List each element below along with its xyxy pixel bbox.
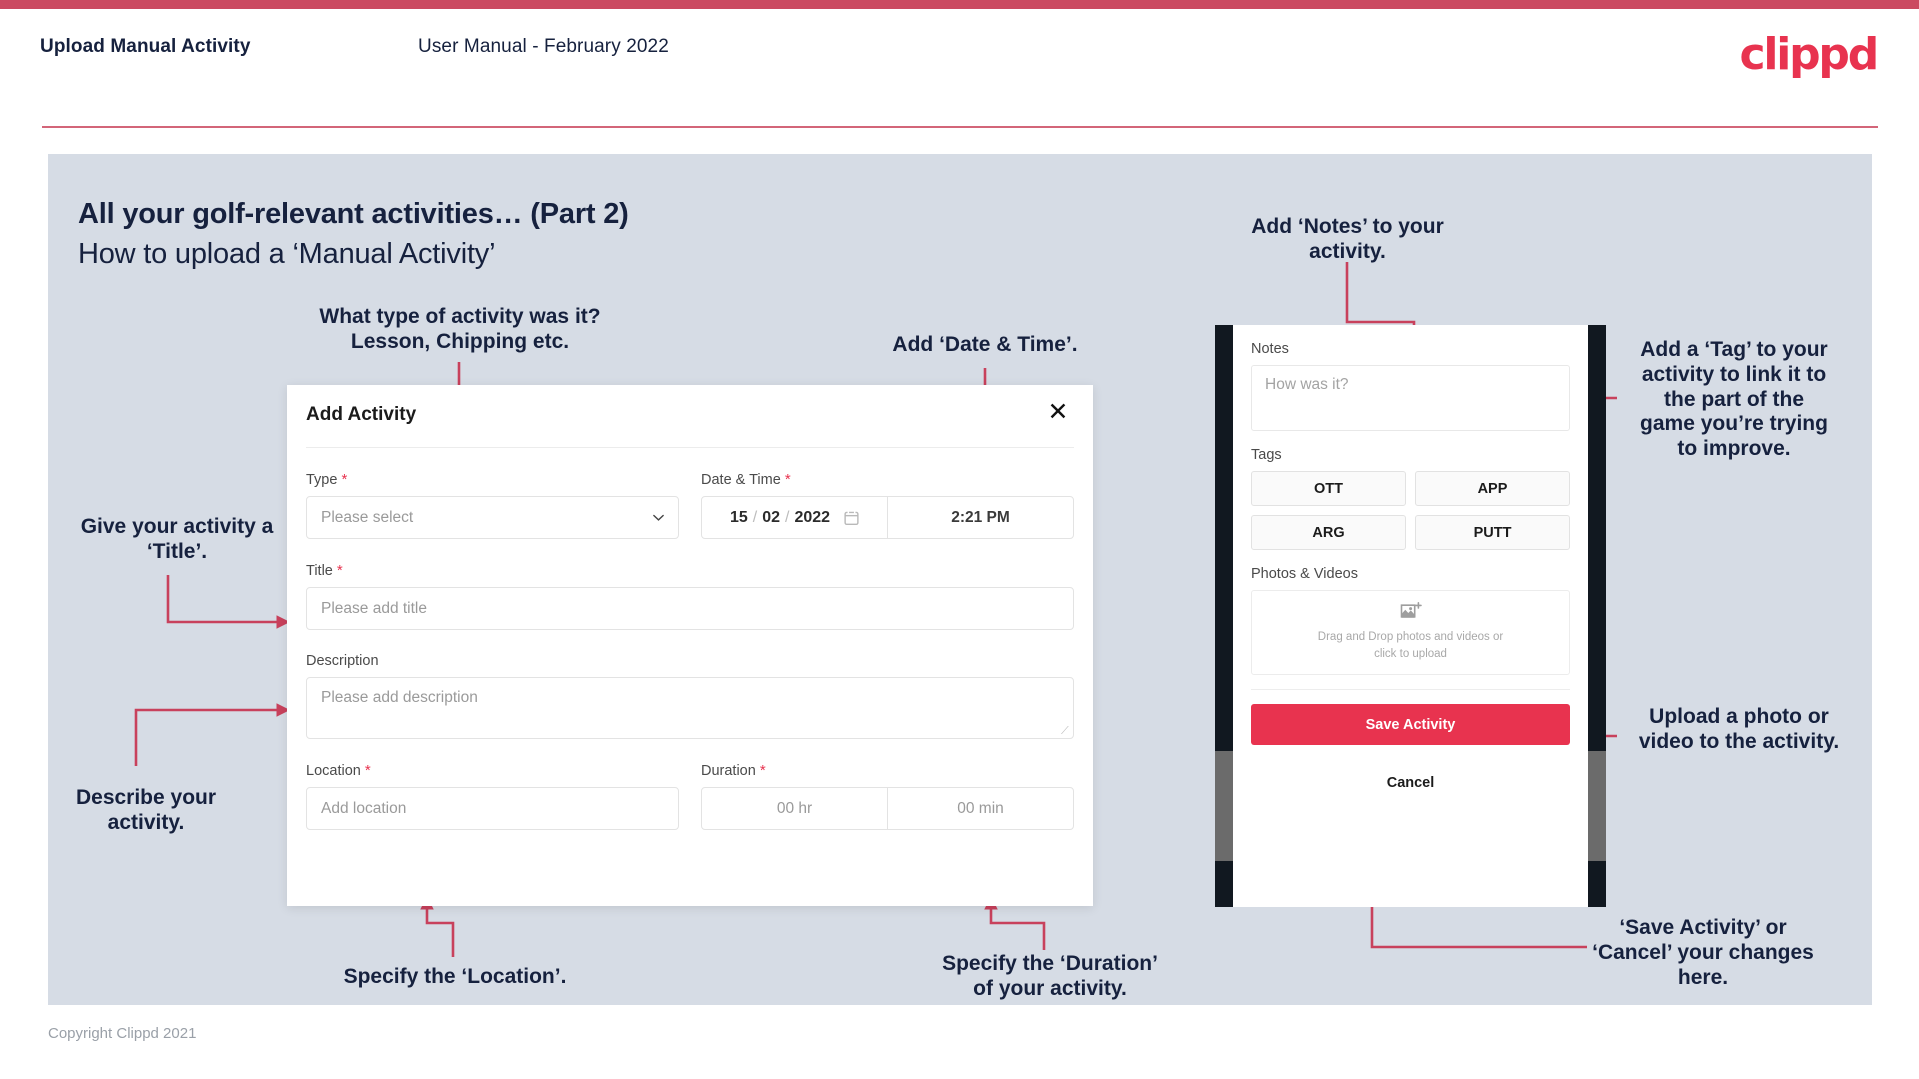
label-title-text: Title	[306, 563, 333, 579]
chevron-down-icon	[653, 514, 664, 521]
tag-button[interactable]: OTT	[1251, 471, 1406, 506]
label-description: Description	[306, 653, 1074, 669]
date-month: 02	[762, 508, 780, 526]
date-sep-2: /	[785, 508, 790, 526]
row-type-datetime: Type * Please select Date & Time * 15 / …	[306, 471, 1074, 539]
duration-hours-placeholder: 00 hr	[776, 799, 813, 817]
header-subtitle: User Manual - February 2022	[418, 36, 669, 57]
annotation-duration: Specify the ‘Duration’ of your activity.	[942, 952, 1158, 1000]
page-subtitle: How to upload a ‘Manual Activity’	[78, 238, 496, 270]
field-datetime: Date & Time * 15 / 02 / 2022 2:21 PM	[701, 471, 1074, 539]
annotation-date-time: Add ‘Date & Time’.	[892, 333, 1078, 356]
save-activity-button[interactable]: Save Activity	[1251, 704, 1570, 745]
field-title: Title * Please add title	[306, 562, 1074, 630]
title-placeholder: Please add title	[321, 599, 427, 617]
tags-label: Tags	[1251, 447, 1282, 463]
type-placeholder: Please select	[321, 508, 414, 526]
annotation-title: Give your activity a ‘Title’.	[80, 515, 274, 563]
dialog-body: Type * Please select Date & Time * 15 / …	[306, 471, 1074, 830]
phone-content: Notes How was it? Tags OTT APP ARG PUTT …	[1233, 325, 1588, 803]
tag-button[interactable]: APP	[1415, 471, 1570, 506]
field-location: Location * Add location	[306, 762, 679, 830]
type-select[interactable]: Please select	[306, 496, 679, 539]
label-title: Title *	[306, 562, 1074, 579]
label-type: Type *	[306, 471, 679, 488]
notes-textarea[interactable]: How was it?	[1251, 365, 1570, 431]
phone-bezel-right	[1588, 325, 1606, 907]
photo-dropzone[interactable]: Drag and Drop photos and videos or click…	[1251, 590, 1570, 675]
annotation-type: What type of activity was it? Lesson, Ch…	[319, 305, 601, 353]
label-duration: Duration *	[701, 762, 1074, 779]
field-duration: Duration * 00 hr 00 min	[701, 762, 1074, 830]
field-type: Type * Please select	[306, 471, 679, 539]
calendar-icon[interactable]	[844, 509, 859, 526]
tags-grid: OTT APP ARG PUTT	[1251, 471, 1570, 550]
annotation-photos: Upload a photo or video to the activity.	[1638, 705, 1840, 753]
required-asterisk: *	[336, 562, 343, 579]
header-divider	[42, 126, 1878, 128]
dropzone-line-2: click to upload	[1374, 648, 1447, 660]
type-select-wrap[interactable]: Please select	[306, 496, 679, 539]
page-title: All your golf-relevant activities… (Part…	[78, 198, 629, 230]
clippd-logo: clippd	[1739, 29, 1879, 80]
description-placeholder: Please add description	[321, 689, 478, 706]
location-placeholder: Add location	[321, 799, 407, 817]
annotation-notes: Add ‘Notes’ to your activity.	[1251, 215, 1444, 263]
notes-label: Notes	[1251, 341, 1289, 357]
tag-button[interactable]: ARG	[1251, 515, 1406, 550]
notes-placeholder: How was it?	[1265, 376, 1349, 393]
close-icon[interactable]: ✕	[1045, 399, 1071, 425]
phone-screen: Notes How was it? Tags OTT APP ARG PUTT …	[1233, 325, 1588, 907]
cancel-button[interactable]: Cancel	[1251, 763, 1570, 803]
photos-label: Photos & Videos	[1251, 566, 1358, 582]
duration-hours-input[interactable]: 00 hr	[702, 788, 888, 829]
annotation-save-cancel: ‘Save Activity’ or ‘Cancel’ your changes…	[1592, 916, 1814, 989]
annotation-location: Specify the ‘Location’.	[343, 965, 567, 988]
date-year: 2022	[794, 508, 831, 526]
time-input[interactable]: 2:21 PM	[888, 497, 1073, 538]
dropzone-line-1: Drag and Drop photos and videos or	[1317, 631, 1504, 644]
description-textarea[interactable]: Please add description ⟋	[306, 677, 1074, 739]
footer-copyright: Copyright Clippd 2021	[48, 1025, 197, 1042]
label-location-text: Location	[306, 763, 361, 779]
annotation-description: Describe your activity.	[75, 786, 217, 834]
phone-mockup: Notes How was it? Tags OTT APP ARG PUTT …	[1215, 325, 1606, 907]
field-description: Description Please add description ⟋	[306, 653, 1074, 739]
time-value: 2:21 PM	[951, 508, 1010, 526]
location-input[interactable]: Add location	[306, 787, 679, 830]
add-activity-dialog: Add Activity ✕ Type * Please select Date…	[287, 385, 1093, 906]
label-duration-text: Duration	[701, 763, 756, 779]
duration-group: 00 hr 00 min	[701, 787, 1074, 830]
resize-handle-icon[interactable]: ⟋	[1061, 726, 1070, 737]
slide-page: Upload Manual Activity User Manual - Feb…	[0, 0, 1919, 1079]
title-input[interactable]: Please add title	[306, 587, 1074, 630]
add-image-icon	[1400, 602, 1422, 619]
required-asterisk: *	[759, 762, 766, 779]
date-day: 15	[729, 508, 748, 526]
label-type-text: Type	[306, 472, 338, 488]
date-input[interactable]: 15 / 02 / 2022	[702, 497, 888, 538]
dropzone-text: Drag and Drop photos and videos or click…	[1318, 629, 1503, 662]
phone-divider	[1251, 689, 1570, 690]
date-sep-1: /	[752, 508, 758, 526]
annotation-tags: Add a ‘Tag’ to your activity to link it …	[1640, 338, 1828, 461]
dialog-header: Add Activity ✕	[287, 385, 1093, 447]
header-title: Upload Manual Activity	[40, 36, 251, 57]
duration-minutes-input[interactable]: 00 min	[888, 788, 1073, 829]
datetime-group: 15 / 02 / 2022 2:21 PM	[701, 496, 1074, 539]
label-description-text: Description	[306, 653, 379, 669]
row-location-duration: Location * Add location Duration * 00 hr	[306, 762, 1074, 830]
dialog-title: Add Activity	[306, 404, 417, 425]
required-asterisk: *	[341, 471, 348, 488]
dialog-divider	[306, 447, 1074, 448]
required-asterisk: *	[364, 762, 371, 779]
label-location: Location *	[306, 762, 679, 779]
label-datetime-text: Date & Time	[701, 472, 781, 488]
duration-minutes-placeholder: 00 min	[957, 799, 1004, 817]
tag-button[interactable]: PUTT	[1415, 515, 1570, 550]
required-asterisk: *	[784, 471, 791, 488]
label-datetime: Date & Time *	[701, 471, 1074, 488]
top-accent-bar	[0, 0, 1919, 9]
phone-bezel-left	[1215, 325, 1233, 907]
